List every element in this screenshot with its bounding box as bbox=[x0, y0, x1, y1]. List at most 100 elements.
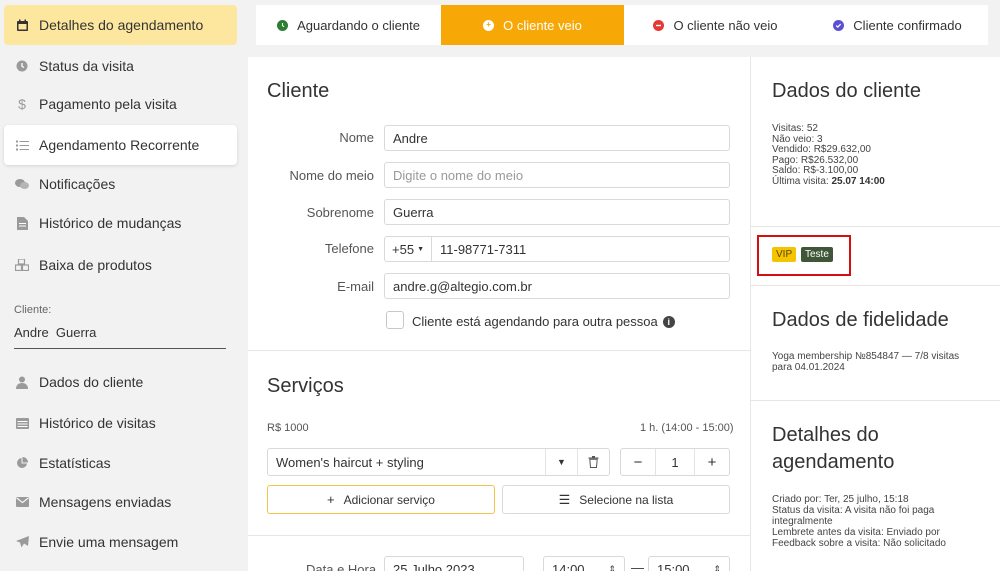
add-service-button[interactable]: + Adicionar serviço bbox=[267, 485, 495, 514]
dollar-icon: $ bbox=[18, 96, 26, 112]
stat-visits: Visitas: 52 bbox=[772, 123, 818, 134]
loyalty-title: Dados de fidelidade bbox=[772, 309, 949, 331]
list-icon: ☰ bbox=[558, 491, 571, 507]
tab-label: O cliente não veio bbox=[673, 17, 778, 33]
boxes-icon bbox=[15, 258, 29, 272]
section-divider bbox=[751, 285, 1000, 286]
updown-icon: ⇕ bbox=[713, 563, 721, 571]
chat-icon bbox=[15, 177, 29, 191]
visit-status-1: Status da visita: A visita não foi paga bbox=[772, 505, 935, 516]
sidebar: Detalhes do agendamento Status da visita… bbox=[0, 0, 244, 571]
phone-field[interactable]: 11-98771-7311 bbox=[431, 236, 730, 262]
badge-test[interactable]: Teste bbox=[801, 247, 833, 262]
clock-icon bbox=[277, 19, 289, 31]
date-field[interactable]: 25 Julho 2023 bbox=[384, 556, 524, 571]
badge-vip[interactable]: VIP bbox=[772, 247, 797, 262]
plus-icon: + bbox=[327, 492, 335, 507]
user-icon bbox=[15, 375, 29, 389]
pie-chart-icon bbox=[15, 456, 29, 470]
sidebar-item-change-history[interactable]: Histórico de mudanças bbox=[4, 203, 237, 243]
name-field[interactable]: Andre bbox=[384, 125, 730, 151]
quantity-stepper[interactable]: − 1 + bbox=[620, 448, 730, 476]
tab-label: O cliente veio bbox=[503, 17, 582, 33]
section-divider bbox=[751, 400, 1000, 401]
quantity-value[interactable]: 1 bbox=[655, 449, 695, 475]
middle-name-label: Nome do meio bbox=[289, 168, 374, 183]
section-divider bbox=[248, 350, 750, 351]
middle-name-field[interactable]: Digite o nome do meio bbox=[384, 162, 730, 188]
decrement-button[interactable]: − bbox=[621, 449, 655, 475]
service-select[interactable]: Women's haircut + styling ▼ bbox=[267, 448, 610, 476]
visit-status-tabs: Aguardando o cliente + O cliente veio O … bbox=[256, 5, 988, 45]
section-divider bbox=[751, 226, 1000, 227]
select-from-list-button[interactable]: ☰ Selecione na lista bbox=[502, 485, 730, 514]
clock-icon bbox=[15, 59, 29, 73]
tab-client-came[interactable]: + O cliente veio bbox=[441, 5, 624, 45]
phone-code-value: +55 bbox=[392, 241, 415, 257]
sidebar-item-label: Pagamento pela visita bbox=[39, 96, 177, 112]
start-time-select[interactable]: 14:00 ⇕ bbox=[543, 556, 625, 571]
info-icon[interactable]: i bbox=[662, 315, 675, 328]
start-time-value: 14:00 bbox=[552, 561, 585, 571]
service-duration: 1 h. (14:00 - 15:00) bbox=[640, 422, 734, 434]
sidebar-item-label: Estatísticas bbox=[39, 455, 111, 471]
tab-client-confirmed[interactable]: Cliente confirmado bbox=[807, 5, 988, 45]
sidebar-item-label: Detalhes do agendamento bbox=[39, 17, 204, 33]
sidebar-item-label: Histórico de visitas bbox=[39, 415, 156, 431]
tab-client-no-show[interactable]: O cliente não veio bbox=[624, 5, 807, 45]
client-stats: Visitas: 52 Não veio: 3 Vendido: R$29.63… bbox=[772, 123, 885, 187]
chevron-down-icon: ▼ bbox=[417, 245, 424, 253]
client-section-title: Cliente bbox=[267, 80, 330, 102]
sidebar-item-booking-details[interactable]: Detalhes do agendamento bbox=[4, 5, 237, 45]
last-visit-value: 25.07 14:00 bbox=[831, 175, 885, 187]
surname-label: Sobrenome bbox=[306, 205, 374, 220]
chevron-down-icon[interactable]: ▼ bbox=[545, 449, 577, 475]
email-field[interactable]: andre.g@altegio.com.br bbox=[384, 273, 730, 299]
sidebar-item-client-data[interactable]: Dados do cliente bbox=[4, 362, 237, 402]
sidebar-item-label: Histórico de mudanças bbox=[39, 215, 182, 231]
sidebar-item-visit-status[interactable]: Status da visita bbox=[4, 46, 237, 86]
sidebar-item-sent-messages[interactable]: Mensagens enviadas bbox=[4, 482, 237, 522]
loyalty-line-2: para 04.01.2024 bbox=[772, 362, 845, 373]
sidebar-item-visit-history[interactable]: Histórico de visitas bbox=[4, 403, 237, 443]
calendar-icon bbox=[15, 18, 29, 32]
envelope-icon bbox=[15, 495, 29, 509]
sidebar-item-statistics[interactable]: Estatísticas bbox=[4, 443, 237, 483]
sidebar-item-label: Baixa de produtos bbox=[39, 257, 152, 273]
sidebar-item-label: Envie uma mensagem bbox=[39, 534, 179, 550]
sidebar-item-payment[interactable]: $ Pagamento pela visita bbox=[4, 84, 237, 124]
phone-country-select[interactable]: +55 ▼ bbox=[384, 236, 432, 262]
sidebar-item-recurring[interactable]: Agendamento Recorrente bbox=[4, 125, 237, 165]
select-from-list-label: Selecione na lista bbox=[579, 492, 674, 507]
trash-icon[interactable] bbox=[577, 449, 609, 475]
table-icon bbox=[15, 416, 29, 430]
visit-status-2: integralmente bbox=[772, 516, 833, 527]
loyalty-line-1: Yoga membership №854847 — 7/8 visitas bbox=[772, 351, 960, 362]
created-by: Criado por: Ter, 25 julho, 15:18 bbox=[772, 494, 909, 505]
services-section-title: Serviços bbox=[267, 375, 344, 397]
increment-button[interactable]: + bbox=[695, 449, 729, 475]
datetime-label: Data e Hora bbox=[306, 562, 377, 571]
stat-sold: Vendido: R$29.632,00 bbox=[772, 144, 871, 155]
sidebar-item-notifications[interactable]: Notificações bbox=[4, 164, 237, 204]
date-value: 25 Julho 2023 bbox=[393, 561, 475, 571]
other-person-label: Cliente está agendando para outra pessoa… bbox=[412, 314, 675, 329]
sidebar-item-send-message[interactable]: Envie uma mensagem bbox=[4, 522, 237, 562]
client-divider bbox=[14, 348, 226, 349]
plus-circle-icon: + bbox=[483, 19, 495, 31]
name-label: Nome bbox=[339, 130, 374, 145]
sidebar-item-label: Dados do cliente bbox=[39, 374, 144, 390]
tab-waiting-client[interactable]: Aguardando o cliente bbox=[256, 5, 441, 45]
surname-field[interactable]: Guerra bbox=[384, 199, 730, 225]
other-person-checkbox[interactable] bbox=[386, 311, 404, 329]
check-circle-icon bbox=[833, 19, 845, 31]
feedback-line: Feedback sobre a visita: Não solicitado bbox=[772, 538, 946, 549]
sidebar-item-label: Status da visita bbox=[39, 58, 134, 74]
sidebar-item-label: Agendamento Recorrente bbox=[39, 137, 200, 153]
end-time-select[interactable]: 15:00 ⇕ bbox=[648, 556, 730, 571]
sidebar-item-product-writeoff[interactable]: Baixa de produtos bbox=[4, 245, 237, 285]
last-visit-label: Última visita: bbox=[772, 175, 832, 187]
service-select-value: Women's haircut + styling bbox=[276, 454, 424, 470]
end-time-value: 15:00 bbox=[657, 561, 690, 571]
send-icon bbox=[15, 535, 29, 549]
